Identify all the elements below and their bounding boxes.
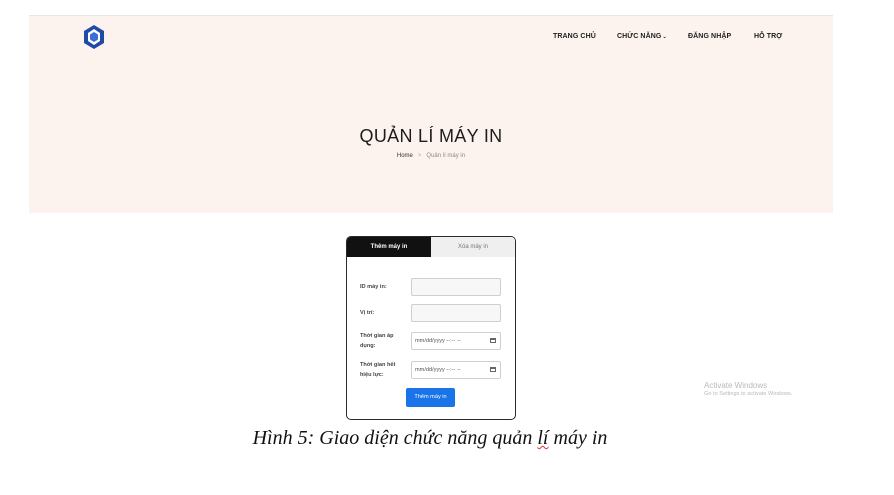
location-label: Vị trí:	[360, 310, 375, 316]
apply-time-input[interactable]: mm/dd/yyyy --:-- --	[411, 332, 501, 350]
nav-home[interactable]: TRANG CHỦ	[553, 33, 596, 40]
breadcrumb-separator: >	[417, 153, 422, 159]
nav-features[interactable]: CHỨC NĂNG⌄	[617, 33, 667, 40]
location-input[interactable]	[411, 304, 501, 322]
tab-bar: Thêm máy in Xóa máy in	[347, 237, 515, 257]
nav-support[interactable]: HỖ TRỢ	[754, 33, 782, 40]
caption-prefix: Hình 5: Giao diện chức năng quản	[252, 427, 538, 449]
expiry-time-input[interactable]: mm/dd/yyyy --:-- --	[411, 361, 501, 379]
breadcrumb-home-link[interactable]: Home	[397, 153, 413, 159]
calendar-icon[interactable]	[490, 367, 496, 372]
apply-time-placeholder: mm/dd/yyyy --:-- --	[415, 338, 461, 344]
activate-windows-watermark: Activate Windows Go to Settings to activ…	[704, 381, 792, 397]
caption-suffix: máy in	[548, 427, 608, 449]
chevron-down-icon: ⌄	[662, 34, 667, 40]
add-printer-button[interactable]: Thêm máy in	[406, 388, 455, 407]
tab-delete-printer[interactable]: Xóa máy in	[431, 237, 515, 257]
expiry-time-placeholder: mm/dd/yyyy --:-- --	[415, 367, 461, 373]
caption-misspelled-word: lí	[537, 427, 549, 449]
watermark-subtitle: Go to Settings to activate Windows.	[704, 391, 793, 397]
breadcrumb: Home > Quản lí máy in	[29, 153, 833, 159]
figure-caption: Hình 5: Giao diện chức năng quản lí máy …	[0, 427, 860, 450]
nav-features-label: CHỨC NĂNG	[617, 33, 662, 40]
printer-id-input[interactable]	[411, 278, 501, 296]
calendar-icon[interactable]	[490, 338, 496, 343]
printer-management-card: Thêm máy in Xóa máy in ID máy in: Vị trí…	[346, 236, 516, 420]
page-title: QUẢN LÍ MÁY IN	[359, 126, 503, 146]
watermark-title: Activate Windows	[704, 381, 768, 390]
university-logo-icon[interactable]	[83, 25, 105, 49]
expiry-time-label: Thời gian hết hiệu lực:	[360, 362, 396, 378]
apply-time-label: Thời gian áp dụng:	[360, 333, 394, 349]
page-header: TRANG CHỦ CHỨC NĂNG⌄ ĐĂNG NHẬP HỖ TRỢ QU…	[29, 16, 833, 213]
printer-id-label: ID máy in:	[360, 284, 387, 290]
nav-login[interactable]: ĐĂNG NHẬP	[688, 33, 731, 40]
breadcrumb-current: Quản lí máy in	[426, 153, 466, 159]
tab-add-printer[interactable]: Thêm máy in	[347, 237, 431, 257]
